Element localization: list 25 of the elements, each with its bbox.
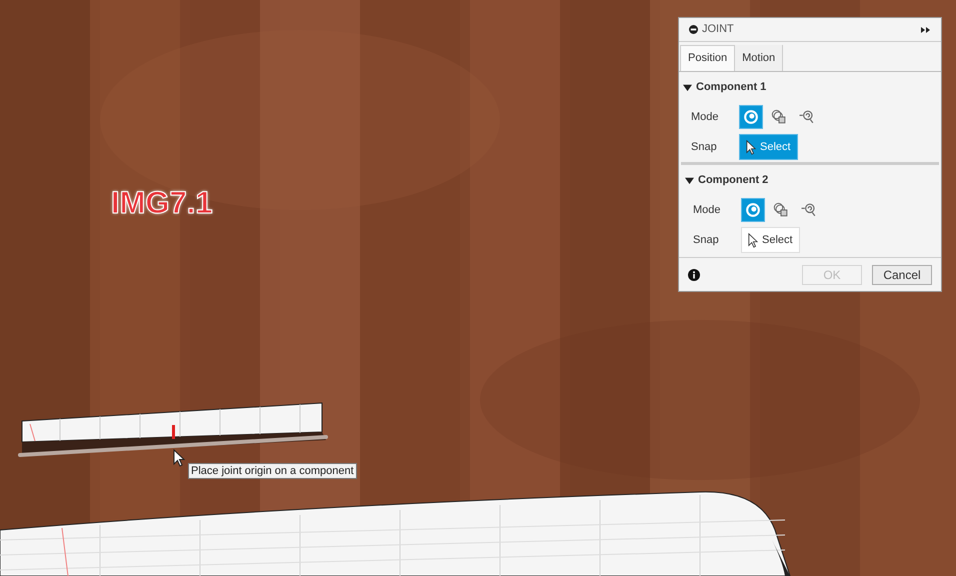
panel-title: JOINT [702, 22, 734, 38]
snap-label: Snap [692, 232, 720, 248]
caret-icon[interactable] [685, 176, 694, 184]
tooltip: Place joint origin on a component [188, 463, 357, 479]
cursor-icon [173, 449, 185, 467]
mode-button[interactable] [741, 198, 765, 222]
collapse-icon[interactable] [689, 25, 698, 34]
dialog-button[interactable]: Cancel [872, 264, 932, 284]
select-button[interactable]: Select [741, 227, 800, 253]
circle-dot-icon [741, 107, 761, 127]
expand-icon[interactable] [921, 26, 931, 32]
annotation-label: IMG7.1 [111, 184, 213, 222]
section-title: Component 2 [698, 172, 768, 188]
circle-dot-icon [743, 200, 763, 220]
snap-label: Snap [690, 140, 718, 155]
tab[interactable]: Position [680, 45, 736, 71]
mode-button[interactable] [739, 105, 763, 129]
caret-icon[interactable] [683, 82, 692, 92]
mode-label: Mode [692, 202, 722, 218]
info-icon[interactable] [688, 268, 700, 280]
pointer-icon [746, 140, 756, 154]
tab[interactable]: Motion [735, 45, 784, 71]
section-title: Component 1 [696, 80, 766, 95]
mode-label: Mode [690, 110, 720, 125]
pointer-icon [748, 232, 758, 248]
